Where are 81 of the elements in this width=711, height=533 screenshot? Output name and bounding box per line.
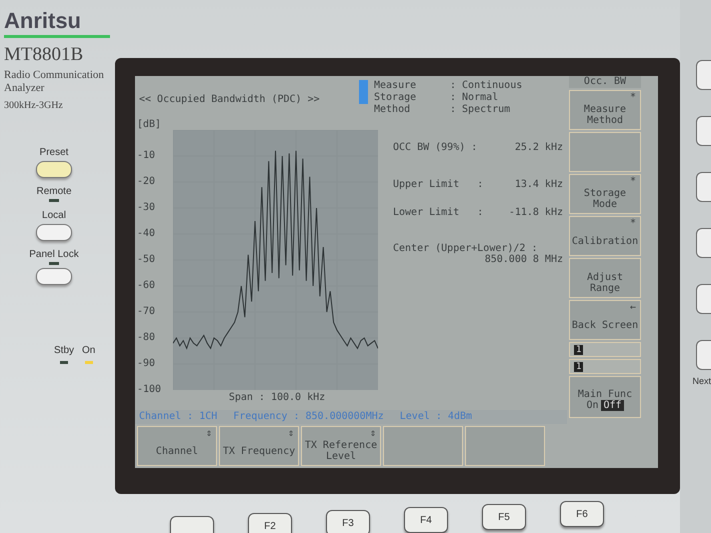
slot-number: 1	[574, 362, 584, 372]
setting-name: Storage	[374, 92, 418, 104]
button-label: Local	[42, 210, 66, 221]
brand-logo: Anritsu	[4, 8, 110, 38]
led-label: Remote	[36, 186, 72, 197]
y-tick-label: -100	[137, 385, 162, 395]
setting-name: Measure	[374, 80, 418, 92]
main-func-softkey[interactable]: Main Func On Off	[569, 376, 641, 418]
result-name: Upper Limit :	[393, 179, 484, 190]
y-tick-label: -80	[137, 333, 156, 343]
stepper-mark: ⇕	[206, 428, 212, 439]
function-key[interactable]: F3	[326, 510, 370, 533]
setting-value: : Normal	[450, 92, 498, 103]
power-label: On	[82, 345, 96, 356]
side-key[interactable]	[696, 60, 711, 90]
y-tick-label: -90	[137, 359, 156, 369]
slot-number: 1	[574, 344, 584, 354]
toggle-option: Off	[601, 400, 624, 411]
status-name: Frequency :	[233, 411, 300, 423]
span-label: Span : 100.0 kHz	[228, 392, 326, 404]
y-tick-label: -50	[137, 255, 156, 265]
status-value: 850.000000MHz	[305, 411, 384, 423]
result-value: 25.2 kHz	[514, 142, 563, 153]
side-key[interactable]	[696, 340, 711, 370]
toggle-option: On	[586, 400, 598, 411]
y-tick-label: -20	[137, 177, 156, 187]
function-key[interactable]: F6	[560, 501, 604, 527]
y-tick-label: -70	[137, 307, 156, 317]
button-label: Preset	[40, 147, 68, 158]
softkey[interactable]: * Storage Mode	[569, 174, 641, 214]
softkey[interactable]: ⇕ Channel	[137, 426, 217, 466]
softkey[interactable]: ← Back Screen	[569, 300, 641, 340]
result-name: Center (Upper+Lower)/2 :	[393, 243, 538, 254]
status-name: Level :	[400, 411, 442, 423]
panel-button[interactable]	[36, 268, 72, 285]
result-value: 13.4 kHz	[514, 179, 563, 190]
softkey[interactable]: * Calibration	[569, 216, 641, 256]
result-name: Lower Limit :	[393, 207, 484, 218]
function-key[interactable]: F2	[248, 513, 292, 533]
key-mark: ←	[630, 302, 636, 313]
power-label: Stby	[54, 345, 74, 356]
side-key[interactable]	[696, 116, 711, 146]
main-func-label: Main Func	[578, 389, 632, 400]
setting-name: Method	[374, 104, 412, 116]
softkey[interactable]: ⇕ TX Reference Level	[301, 426, 381, 466]
function-key[interactable]: F4	[404, 507, 448, 533]
key-mark: *	[630, 218, 636, 229]
led-label: Panel Lock	[29, 249, 79, 260]
result-value: 850.000 8 MHz	[484, 254, 563, 265]
menu-header: Occ. BW	[569, 76, 641, 88]
side-key[interactable]	[696, 172, 711, 202]
screen-title: << Occupied Bandwidth (PDC) >>	[139, 94, 321, 107]
result-value: -11.8 kHz	[508, 207, 563, 218]
softkey[interactable]: Adjust Range	[569, 258, 641, 298]
status-value: 1CH	[199, 411, 218, 423]
status-name: Channel :	[139, 411, 194, 423]
function-key[interactable]: F5	[482, 504, 526, 530]
status-value: 4dBm	[448, 411, 472, 423]
panel-button[interactable]	[36, 161, 72, 178]
y-tick-label: -60	[137, 281, 156, 291]
stepper-mark: ⇕	[288, 428, 294, 439]
key-mark: *	[630, 176, 636, 187]
y-tick-label: -10	[137, 151, 156, 161]
axis-unit: [dB]	[137, 120, 162, 130]
softkey[interactable]: * Measure Method	[569, 90, 641, 130]
panel-button[interactable]	[36, 224, 72, 241]
mode-marker-icon	[359, 80, 368, 104]
y-tick-label: -40	[137, 229, 156, 239]
model-description: Radio Communication Analyzer	[4, 69, 105, 95]
side-key[interactable]	[696, 228, 711, 258]
stepper-mark: ⇕	[370, 428, 376, 439]
softkey[interactable]: ⇕ TX Frequency	[219, 426, 299, 466]
side-key[interactable]	[696, 284, 711, 314]
setting-value: : Spectrum	[450, 104, 510, 115]
key-mark: *	[630, 92, 636, 103]
setting-value: : Continuous	[450, 80, 522, 91]
result-name: OCC BW (99%) :	[393, 142, 478, 153]
model-name: MT8801B	[4, 44, 84, 66]
y-tick-label: -30	[137, 203, 156, 213]
next-label: Next	[692, 376, 711, 386]
frequency-range: 300kHz-3GHz	[4, 100, 64, 111]
